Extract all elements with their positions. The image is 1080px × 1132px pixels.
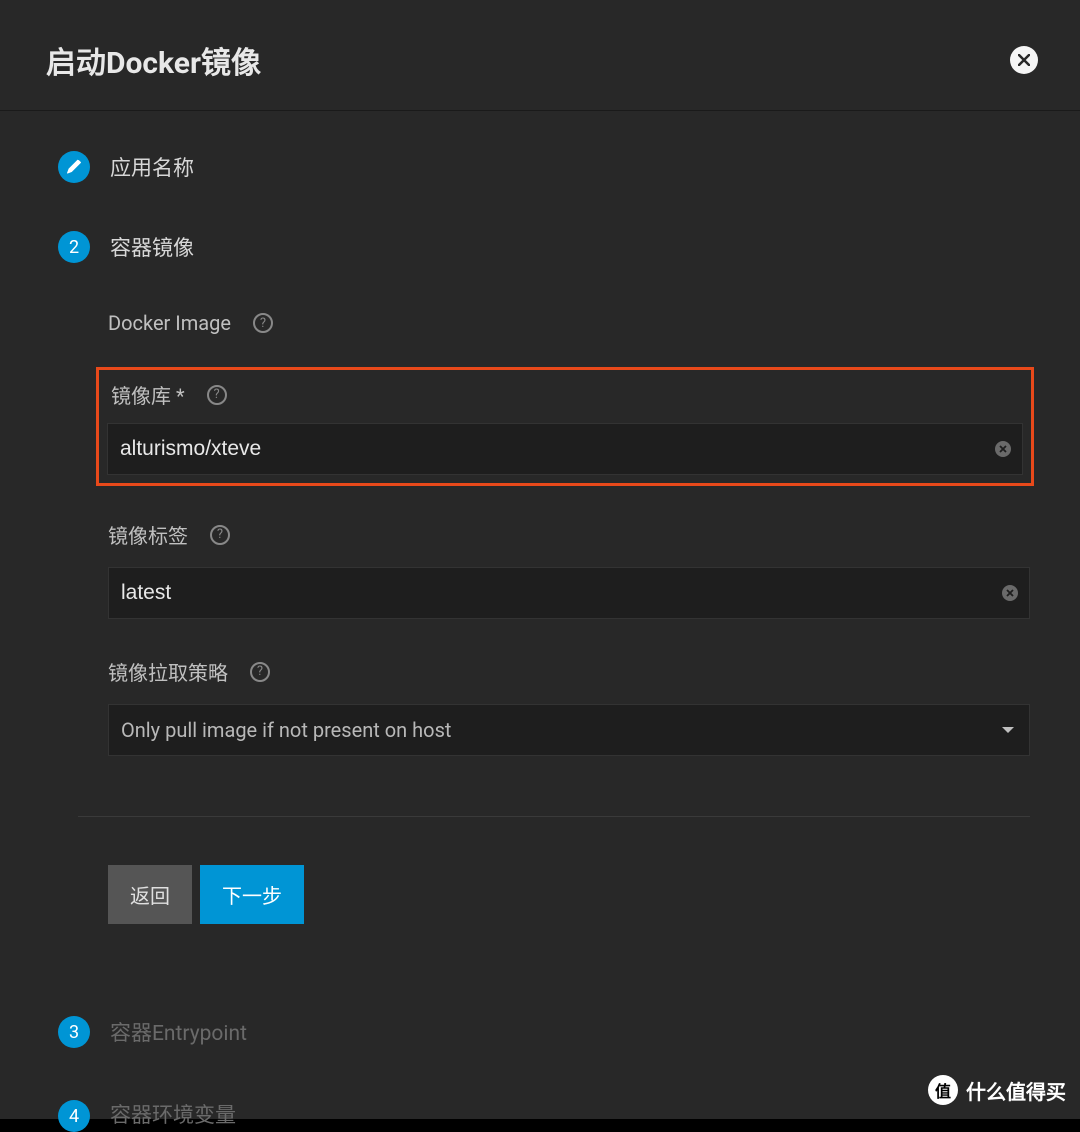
help-icon[interactable]: ? <box>210 525 230 545</box>
watermark: 值 什么值得买 <box>928 1075 1066 1105</box>
button-row: 返回 下一步 <box>108 865 1030 924</box>
help-icon[interactable]: ? <box>253 313 273 333</box>
step-3-label: 容器Entrypoint <box>110 1017 247 1047</box>
step-3-entrypoint[interactable]: 3 容器Entrypoint <box>58 1016 1042 1048</box>
step-4-badge: 4 <box>58 1100 90 1132</box>
clear-tag-button[interactable] <box>1002 585 1018 601</box>
step-2-container-image: 2 容器镜像 <box>58 231 1042 263</box>
close-icon <box>999 445 1007 453</box>
step-1-icon <box>58 151 90 183</box>
repository-highlight: 镜像库 * ? <box>96 367 1034 486</box>
pull-policy-select: Only pull image if not present on host <box>108 704 1030 756</box>
repository-input-wrapper <box>107 423 1023 475</box>
close-button[interactable] <box>1010 46 1038 74</box>
repository-label: 镜像库 * <box>111 380 185 409</box>
watermark-badge: 值 <box>928 1075 958 1105</box>
step-2-label: 容器镜像 <box>110 232 194 262</box>
dialog-body: 应用名称 2 容器镜像 Docker Image ? 镜像库 * ? <box>0 111 1080 1132</box>
pull-policy-select-wrapper[interactable]: Only pull image if not present on host <box>108 704 1030 756</box>
tag-label-row: 镜像标签 ? <box>108 520 1030 549</box>
step-1-label: 应用名称 <box>110 152 194 182</box>
launch-docker-dialog: 启动Docker镜像 应用名称 2 容器镜像 Docker Image ? 镜像… <box>0 0 1080 1119</box>
help-icon[interactable]: ? <box>250 662 270 682</box>
docker-image-label: Docker Image <box>108 311 231 335</box>
docker-image-header: Docker Image ? <box>108 311 1030 335</box>
chevron-down-icon <box>1002 727 1014 733</box>
back-button[interactable]: 返回 <box>108 865 192 924</box>
step-3-badge: 3 <box>58 1016 90 1048</box>
repository-input[interactable] <box>107 423 1023 475</box>
step-2-content: Docker Image ? 镜像库 * ? 镜像标签 ? <box>58 311 1042 924</box>
help-icon[interactable]: ? <box>207 385 227 405</box>
tag-input-wrapper <box>108 567 1030 619</box>
tag-label: 镜像标签 <box>108 520 188 549</box>
dialog-header: 启动Docker镜像 <box>0 0 1080 111</box>
watermark-text: 什么值得买 <box>966 1076 1066 1105</box>
section-divider <box>78 816 1030 817</box>
next-button[interactable]: 下一步 <box>200 865 304 924</box>
step-2-badge: 2 <box>58 231 90 263</box>
step-4-label: 容器环境变量 <box>110 1099 236 1129</box>
repository-label-row: 镜像库 * ? <box>107 380 1023 409</box>
clear-repository-button[interactable] <box>995 441 1011 457</box>
pencil-icon <box>66 159 82 175</box>
dialog-title: 启动Docker镜像 <box>46 38 261 82</box>
tag-input[interactable] <box>108 567 1030 619</box>
pull-policy-label: 镜像拉取策略 <box>108 657 228 686</box>
step-1-app-name[interactable]: 应用名称 <box>58 151 1042 183</box>
close-icon <box>1018 54 1030 66</box>
close-icon <box>1006 589 1014 597</box>
step-4-env-vars[interactable]: 4 容器环境变量 <box>58 1096 1042 1132</box>
pull-policy-label-row: 镜像拉取策略 ? <box>108 657 1030 686</box>
